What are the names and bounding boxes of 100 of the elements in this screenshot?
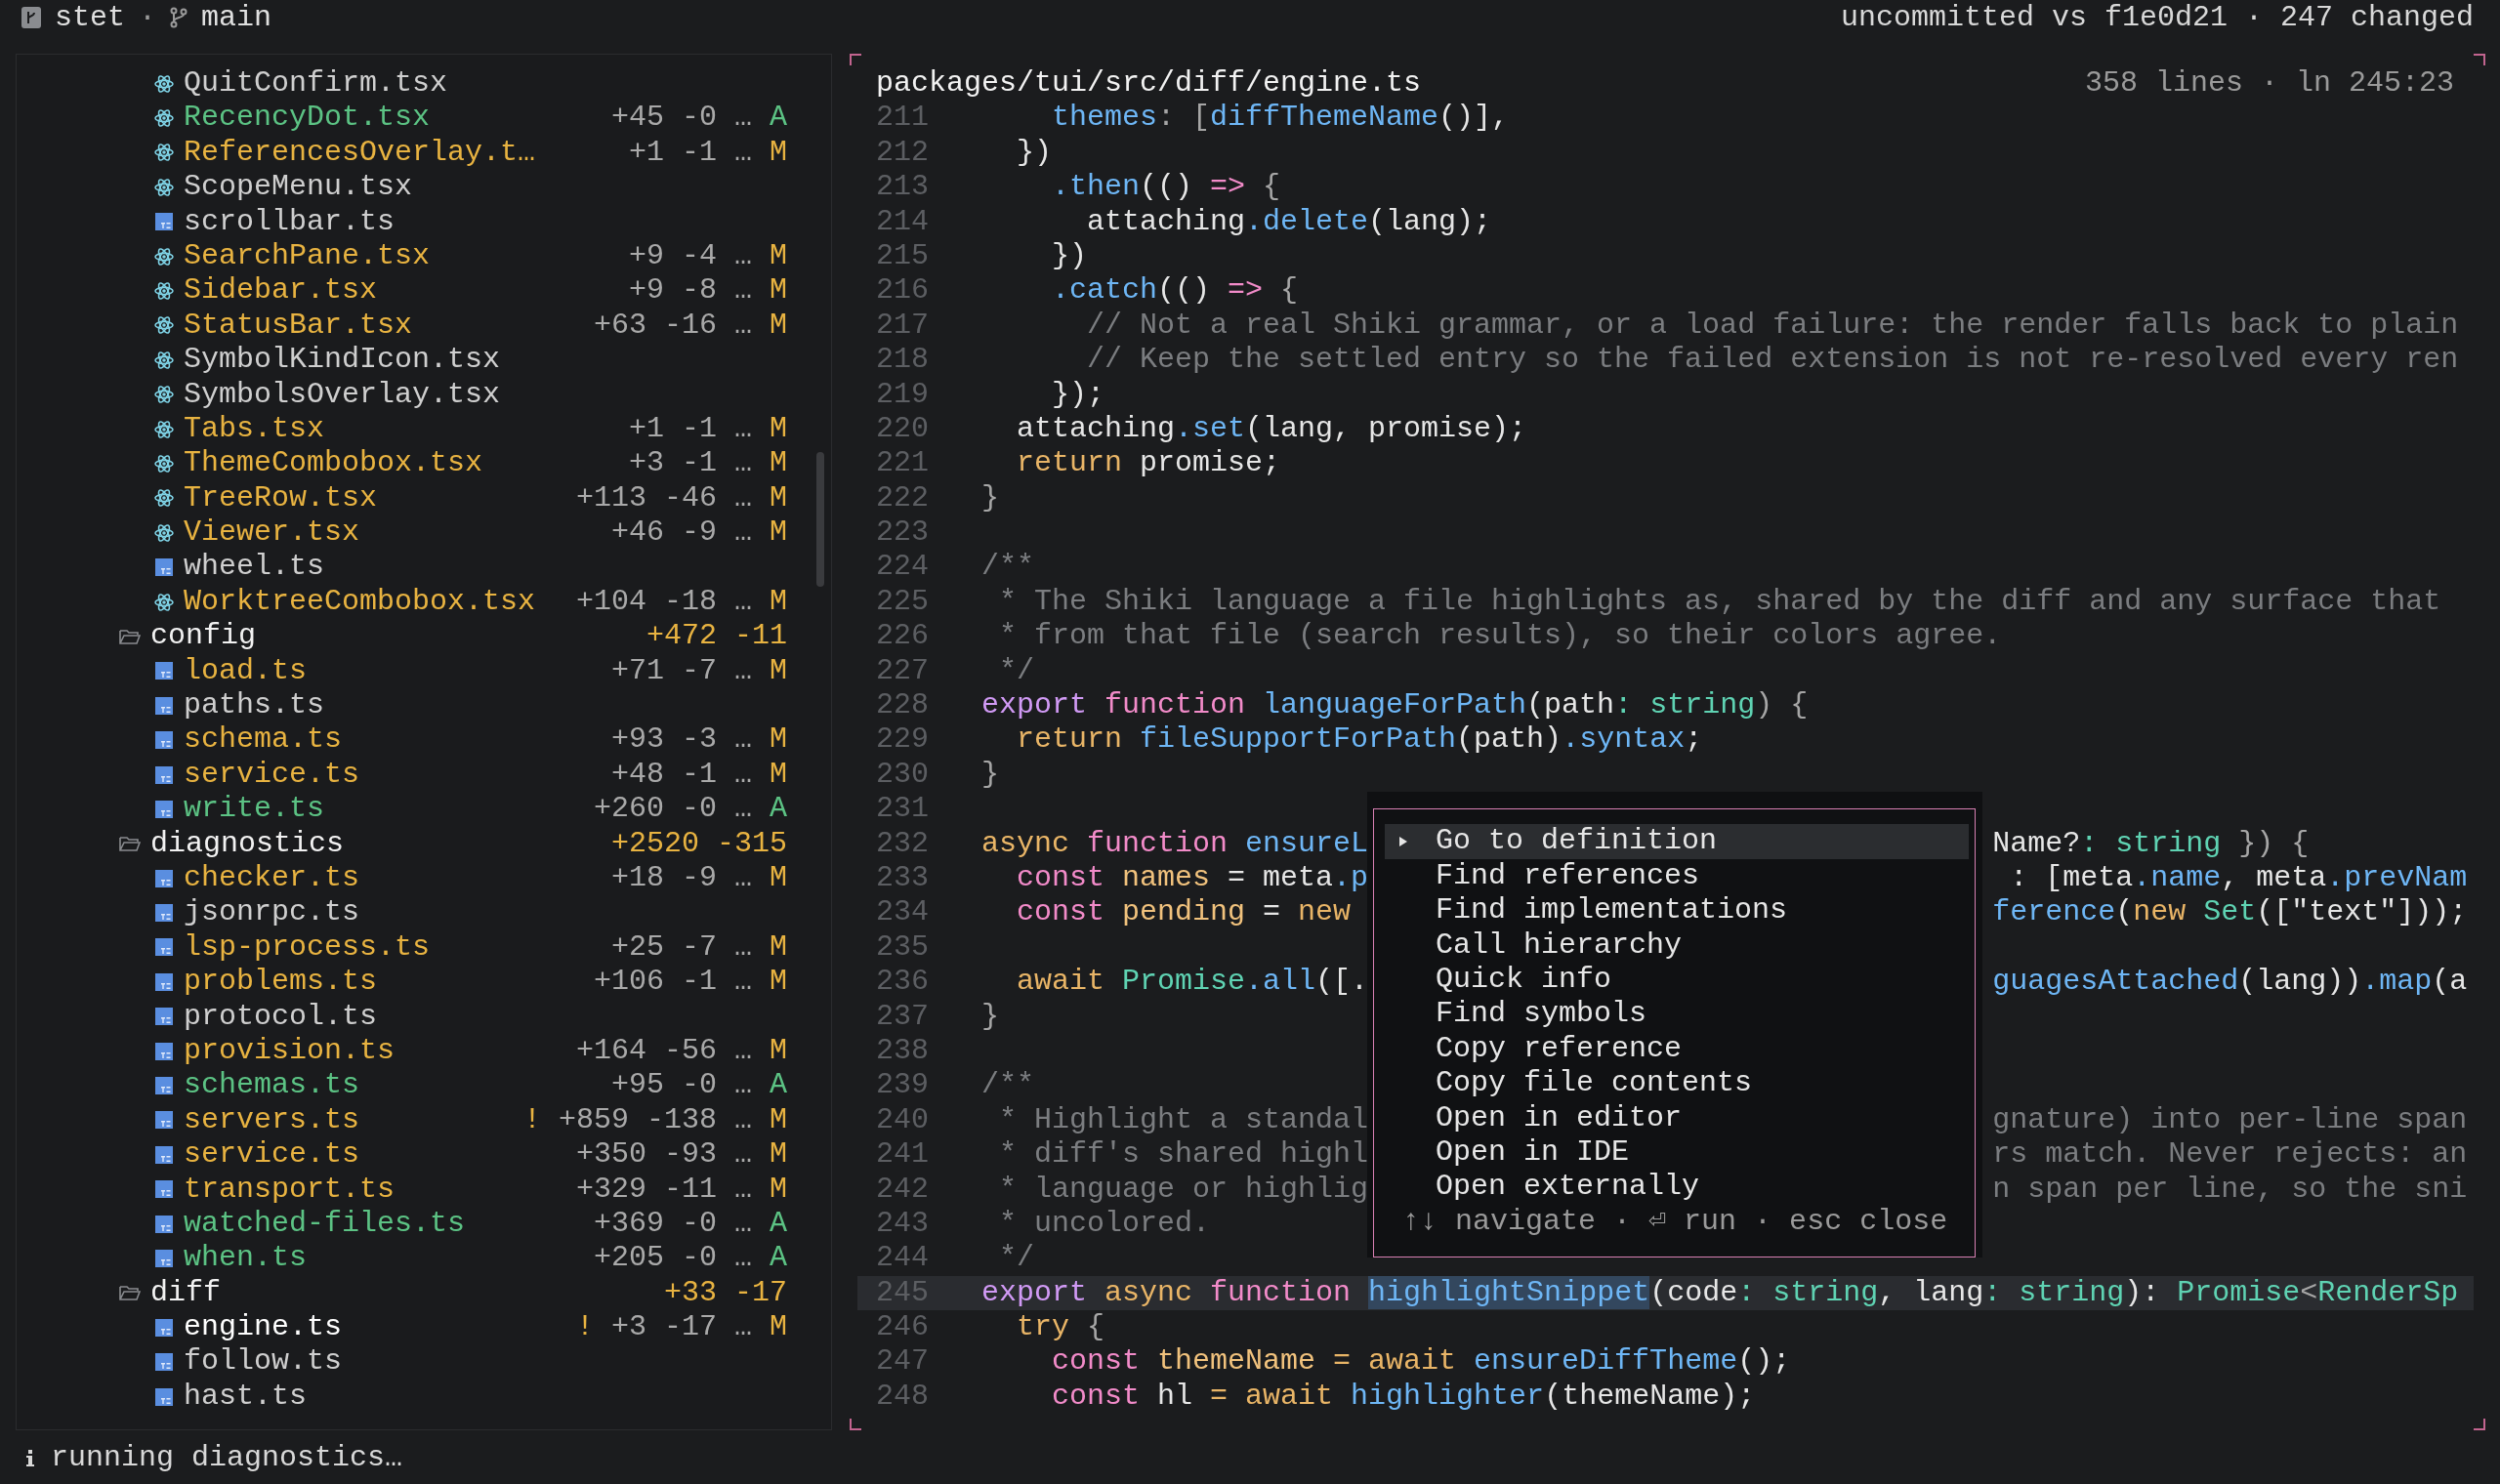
file-name[interactable]: SymbolsOverlay.tsx: [184, 377, 501, 412]
file-name[interactable]: watched-files.ts: [184, 1206, 466, 1242]
line-number: 235: [876, 929, 930, 966]
corner-mark: [2474, 1419, 2485, 1430]
more-mark: …: [734, 965, 752, 1000]
corner-mark: [850, 1419, 861, 1430]
file-name[interactable]: service.ts: [184, 757, 360, 793]
line-number: 246: [876, 1310, 930, 1345]
menu-item[interactable]: Open in editor: [1385, 1100, 1969, 1135]
file-name[interactable]: follow.ts: [184, 1344, 343, 1380]
file-name[interactable]: protocol.ts: [184, 999, 378, 1034]
removed-count: -0: [681, 1241, 717, 1276]
info-icon: [25, 1447, 35, 1467]
folder-name[interactable]: diagnostics: [150, 826, 345, 861]
file-name[interactable]: scrollbar.ts: [184, 204, 396, 239]
file-name[interactable]: load.ts: [184, 653, 308, 689]
file-name[interactable]: checker.ts: [184, 861, 360, 896]
code-line: attaching.delete(lang);: [1086, 204, 1492, 239]
file-name[interactable]: Viewer.tsx: [184, 515, 360, 551]
folder-name[interactable]: config: [150, 619, 257, 654]
file-name[interactable]: service.ts: [184, 1137, 360, 1173]
file-name[interactable]: ScopeMenu.tsx: [184, 170, 413, 205]
line-number: 248: [876, 1379, 930, 1415]
removed-count: -315: [717, 826, 787, 861]
more-mark: …: [734, 446, 752, 481]
atom-icon: [154, 177, 174, 197]
line-number: 222: [876, 480, 930, 516]
file-name[interactable]: ReferencesOverlay.t…: [184, 135, 536, 171]
menu-item[interactable]: Find references: [1385, 858, 1969, 894]
file-name[interactable]: engine.ts: [184, 1310, 343, 1345]
code-line: ference(new Set(["text"]));: [1992, 895, 2468, 930]
file-name[interactable]: paths.ts: [184, 688, 325, 723]
file-name[interactable]: transport.ts: [184, 1172, 396, 1207]
file-name[interactable]: Sidebar.tsx: [184, 273, 378, 309]
removed-count: -9: [681, 515, 717, 551]
file-name[interactable]: write.ts: [184, 792, 325, 827]
file-name[interactable]: ThemeCombobox.tsx: [184, 446, 483, 481]
line-number: 231: [876, 792, 930, 827]
file-name[interactable]: hast.ts: [184, 1379, 308, 1415]
more-mark: …: [734, 135, 752, 171]
caret-icon: [1398, 837, 1408, 847]
more-mark: …: [734, 101, 752, 136]
menu-item[interactable]: Quick info: [1385, 962, 1969, 998]
file-name[interactable]: WorktreeCombobox.tsx: [184, 584, 536, 620]
repo-icon: [21, 7, 41, 28]
line-number: 220: [876, 411, 930, 447]
file-type-icon: [154, 1317, 174, 1338]
file-name[interactable]: QuitConfirm.tsx: [184, 66, 448, 102]
removed-count: -0: [681, 1068, 717, 1103]
removed-count: -56: [663, 1033, 717, 1069]
added-count: +106: [593, 965, 664, 1000]
line-number: 216: [876, 273, 930, 309]
added-count: +350: [575, 1137, 646, 1173]
removed-count: -7: [681, 929, 717, 966]
status-letter: M: [770, 1137, 787, 1173]
line-number: 229: [876, 722, 930, 758]
file-name[interactable]: jsonrpc.ts: [184, 895, 360, 930]
menu-item[interactable]: Open externally: [1385, 1170, 1969, 1205]
code-line: export async function highlightSnippet(code: string, lang: string): Promise<RenderSp: [981, 1275, 2459, 1311]
file-name[interactable]: problems.ts: [184, 965, 378, 1000]
menu-item[interactable]: Find implementations: [1385, 893, 1969, 928]
code-line: * Highlight a standal: [998, 1102, 1369, 1138]
more-mark: …: [734, 861, 752, 896]
file-name[interactable]: lsp-process.ts: [184, 929, 431, 966]
file-name[interactable]: servers.ts: [184, 1102, 360, 1138]
status-letter: M: [770, 446, 787, 481]
file-name[interactable]: provision.ts: [184, 1033, 396, 1069]
menu-item[interactable]: Open in IDE: [1385, 1134, 1969, 1171]
folder-name[interactable]: diff: [150, 1275, 221, 1311]
code-line: * diff's shared highl: [998, 1137, 1369, 1173]
code-line: const hl = await highlighter(themeName);: [1051, 1379, 1756, 1415]
added-count: +9: [628, 273, 664, 309]
file-name[interactable]: StatusBar.tsx: [184, 308, 413, 344]
removed-count: -93: [663, 1137, 717, 1173]
removed-count: -1: [681, 965, 717, 1000]
menu-item[interactable]: Copy reference: [1385, 1031, 1969, 1067]
menu-item[interactable]: Find symbols: [1385, 997, 1969, 1032]
file-name[interactable]: RecencyDot.tsx: [184, 101, 431, 136]
code-line: try {: [1016, 1310, 1105, 1345]
menu-item[interactable]: Copy file contents: [1385, 1066, 1969, 1101]
file-name[interactable]: TreeRow.tsx: [184, 480, 378, 516]
file-name[interactable]: schema.ts: [184, 722, 343, 758]
line-number: 219: [876, 377, 930, 412]
line-number: 225: [876, 584, 930, 620]
added-count: +46: [610, 515, 664, 551]
line-number: 214: [876, 204, 930, 239]
file-name[interactable]: schemas.ts: [184, 1068, 360, 1103]
file-name[interactable]: when.ts: [184, 1241, 308, 1276]
scrollbar-thumb[interactable]: [816, 452, 824, 587]
removed-count: -0: [681, 101, 717, 136]
menu-item[interactable]: Go to definition: [1385, 824, 1969, 859]
file-name[interactable]: wheel.ts: [184, 550, 325, 585]
added-count: +859: [558, 1102, 629, 1138]
file-name[interactable]: SearchPane.tsx: [184, 238, 431, 274]
added-count: +104: [575, 584, 646, 620]
code-line: return promise;: [1016, 446, 1281, 481]
status-message: running diagnostics…: [51, 1440, 403, 1474]
file-name[interactable]: Tabs.tsx: [184, 411, 325, 447]
menu-item[interactable]: Call hierarchy: [1385, 928, 1969, 963]
file-name[interactable]: SymbolKindIcon.tsx: [184, 343, 501, 378]
